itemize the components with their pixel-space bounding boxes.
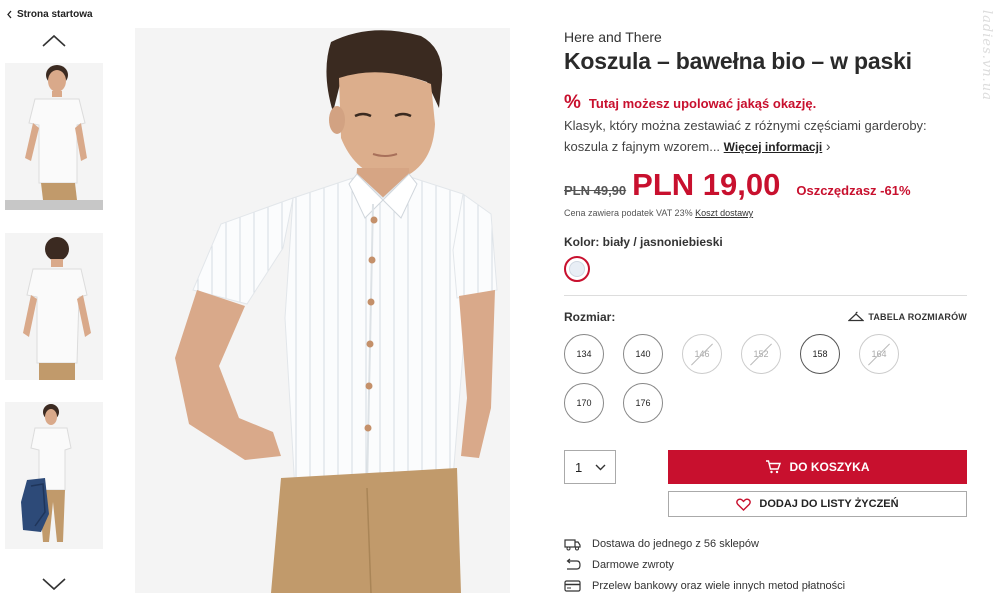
add-to-cart-button[interactable]: DO KOSZYKA xyxy=(668,450,967,484)
size-option-176[interactable]: 176 xyxy=(623,383,663,423)
size-table-link[interactable]: TABELA ROZMIARÓW xyxy=(848,311,967,322)
vat-text: Cena zawiera podatek VAT 23% xyxy=(564,208,693,218)
color-label: Kolor: biały / jasnoniebieski xyxy=(564,235,723,249)
perk-returns-text: Darmowe zwroty xyxy=(592,558,674,571)
thumbnail-1[interactable] xyxy=(5,63,103,210)
perks-list: Dostawa do jednego z 56 sklepów Darmowe … xyxy=(564,533,845,596)
thumbnail-image-back xyxy=(5,233,103,380)
add-to-wishlist-label: DODAJ DO LISTY ŻYCZEŃ xyxy=(759,498,899,510)
current-price: PLN 19,00 xyxy=(632,167,781,202)
product-brand[interactable]: Here and There xyxy=(564,29,662,45)
chevron-right-icon: › xyxy=(825,138,831,154)
size-label: Rozmiar: xyxy=(564,310,616,324)
product-description: Klasyk, który można zestawiać z różnymi … xyxy=(564,116,964,157)
size-option-134[interactable]: 134 xyxy=(564,334,604,374)
chevron-left-icon xyxy=(7,10,12,19)
thumbnail-image-front xyxy=(5,63,103,210)
percent-icon: % xyxy=(564,92,581,113)
truck-icon xyxy=(564,538,581,550)
price-row: PLN 49,90 PLN 19,00 Oszczędzasz -61% xyxy=(564,167,911,203)
size-option-152-unavailable[interactable]: 152 xyxy=(741,334,781,374)
thumbnail-image-jacket xyxy=(5,402,103,549)
thumbnail-2[interactable] xyxy=(5,233,103,380)
size-table-label: TABELA ROZMIARÓW xyxy=(868,311,967,322)
savings-badge: Oszczędzasz -61% xyxy=(796,183,911,198)
chevron-up-icon xyxy=(42,34,66,47)
vat-info: Cena zawiera podatek VAT 23% Koszt dosta… xyxy=(564,208,753,218)
size-option-140[interactable]: 140 xyxy=(623,334,663,374)
quantity-select[interactable]: 1 xyxy=(564,450,616,484)
more-info-link[interactable]: Więcej informacji xyxy=(724,140,823,154)
heart-icon xyxy=(736,498,752,511)
hanger-icon xyxy=(848,311,865,322)
perk-delivery: Dostawa do jednego z 56 sklepów xyxy=(564,533,845,554)
deal-text: Tutaj możesz upolować jakąś okazję. xyxy=(588,95,817,111)
color-swatch-white-lightblue[interactable] xyxy=(564,256,590,282)
add-to-cart-label: DO KOSZYKA xyxy=(789,460,870,474)
cart-icon xyxy=(766,460,782,474)
size-option-146-unavailable[interactable]: 146 xyxy=(682,334,722,374)
thumbnails-up-button[interactable] xyxy=(40,33,68,49)
perk-delivery-text: Dostawa do jednego z 56 sklepów xyxy=(592,537,759,550)
breadcrumb-back[interactable]: Strona startowa xyxy=(6,9,93,20)
divider xyxy=(564,295,967,296)
chevron-down-icon xyxy=(42,578,66,591)
main-product-image[interactable] xyxy=(135,28,510,593)
size-options: 134 140 146 152 158 164 170 176 xyxy=(564,334,924,423)
perk-payment-text: Przelew bankowy oraz wiele innych metod … xyxy=(592,579,846,592)
return-icon xyxy=(566,558,581,570)
thumbnail-3[interactable] xyxy=(5,402,103,549)
thumbnails-down-button[interactable] xyxy=(40,576,68,592)
deal-banner: % Tutaj możesz upolować jakąś okazję. xyxy=(564,92,816,114)
card-icon xyxy=(564,579,581,592)
watermark: ladies.vn.ua xyxy=(979,10,994,101)
product-photo xyxy=(135,28,510,593)
perk-payment: Przelew bankowy oraz wiele innych metod … xyxy=(564,575,845,596)
chevron-down-icon xyxy=(595,464,606,470)
size-option-158[interactable]: 158 xyxy=(800,334,840,374)
size-option-170[interactable]: 170 xyxy=(564,383,604,423)
quantity-value: 1 xyxy=(575,459,583,475)
breadcrumb-label: Strona startowa xyxy=(17,9,93,20)
size-option-164-unavailable[interactable]: 164 xyxy=(859,334,899,374)
perk-returns: Darmowe zwroty xyxy=(564,554,845,575)
old-price: PLN 49,90 xyxy=(564,183,627,198)
shipping-cost-link[interactable]: Koszt dostawy xyxy=(695,208,753,218)
add-to-wishlist-button[interactable]: DODAJ DO LISTY ŻYCZEŃ xyxy=(668,491,967,517)
product-title: Koszula – bawełna bio – w paski xyxy=(564,48,912,74)
